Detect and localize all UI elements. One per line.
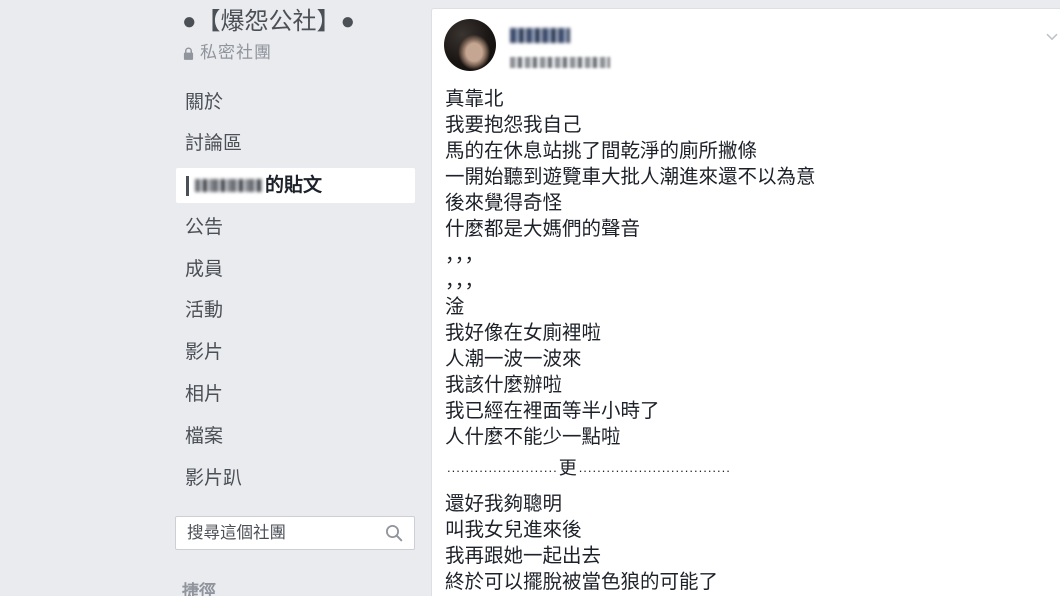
sidebar-item-label: 關於	[185, 91, 224, 113]
shortcuts-heading: 捷徑	[182, 582, 216, 596]
author-name-blurred[interactable]	[510, 28, 570, 43]
post-line: 馬的在休息站挑了間乾淨的廁所撇條	[445, 140, 758, 162]
chevron-down-icon[interactable]	[1046, 28, 1058, 41]
sidebar-item-label: 檔案	[185, 425, 224, 447]
group-title[interactable]: ●【爆怨公社】●	[182, 6, 355, 38]
sidebar-item-label: 影片	[185, 342, 224, 364]
post-line: 後來覺得奇怪	[445, 192, 563, 214]
lock-icon	[183, 46, 195, 60]
sidebar-item-watch-party[interactable]: 影片趴	[176, 461, 415, 496]
post-line: ，，，	[445, 270, 485, 292]
separator-dots-left: ........................	[447, 460, 558, 475]
sidebar-item-files[interactable]: 檔案	[176, 419, 415, 454]
sidebar-item-label: 活動	[185, 300, 224, 322]
sidebar-item-label: 公告	[185, 216, 224, 238]
sidebar-item-events[interactable]: 活動	[176, 293, 415, 328]
post-line: 我再跟她一起出去	[445, 545, 602, 567]
post-body: 真靠北 我要抱怨我自己 馬的在休息站挑了間乾淨的廁所撇條 一開始聽到遊覽車大批人…	[445, 86, 816, 595]
post-line: 人什麼不能少一點啦	[445, 426, 621, 448]
group-search-input[interactable]	[176, 517, 376, 549]
sidebar-item-label: 影片趴	[185, 467, 243, 489]
sidebar-item-announcements[interactable]: 公告	[176, 210, 415, 245]
sidebar-item-label: 成員	[185, 258, 224, 280]
post-line: 我已經在裡面等半小時了	[445, 400, 660, 422]
sidebar-item-videos[interactable]: 影片	[176, 335, 415, 370]
sidebar-item-photos[interactable]: 相片	[176, 377, 415, 412]
post-line: ，，，	[445, 244, 485, 266]
privacy-label: 私密社團	[200, 43, 272, 62]
sidebar-item-members[interactable]: 成員	[176, 252, 415, 287]
sidebar-item-discussion[interactable]: 討論區	[176, 126, 415, 161]
post-line: 我該什麼辦啦	[445, 374, 563, 396]
post-line: 真靠北	[445, 88, 504, 110]
group-search-box	[175, 516, 415, 550]
post-line: 我好像在女廁裡啦	[445, 322, 602, 344]
post-line: 還好我夠聰明	[445, 493, 563, 515]
sidebar-item-member-posts[interactable]: 的貼文	[176, 168, 415, 204]
post-line: 終於可以擺脫被當色狼的可能了	[445, 571, 719, 593]
post-line: 叫我女兒進來後	[445, 519, 582, 541]
selected-indicator	[186, 175, 189, 196]
post-separator: ........................ 更 .............…	[445, 455, 816, 481]
post-line: 我要抱怨我自己	[445, 114, 582, 136]
sidebar-item-label: 討論區	[185, 133, 243, 155]
separator-label: 更	[558, 458, 577, 478]
group-sidebar-nav: 關於 討論區 的貼文 公告 成員 活動 影片 相片 檔案 影片趴	[176, 85, 415, 503]
sidebar-item-about[interactable]: 關於	[176, 85, 415, 120]
search-icon[interactable]	[385, 524, 403, 542]
post-timestamp-blurred[interactable]	[510, 57, 610, 68]
post-line: 什麼都是大媽們的聲音	[445, 218, 641, 240]
post-line: 人潮一波一波來	[445, 348, 582, 370]
separator-dots-right: .................................	[578, 460, 731, 475]
sidebar-item-label: 的貼文	[265, 175, 323, 197]
post-line: 淦	[445, 296, 465, 318]
post-line: 一開始聽到遊覽車大批人潮進來還不以為意	[445, 166, 816, 188]
author-avatar[interactable]	[444, 19, 496, 71]
sidebar-item-label: 相片	[185, 384, 224, 406]
blurred-member-name	[195, 179, 263, 193]
post-card: 真靠北 我要抱怨我自己 馬的在休息站挑了間乾淨的廁所撇條 一開始聽到遊覽車大批人…	[431, 8, 1060, 596]
group-privacy: 私密社團	[183, 44, 272, 62]
